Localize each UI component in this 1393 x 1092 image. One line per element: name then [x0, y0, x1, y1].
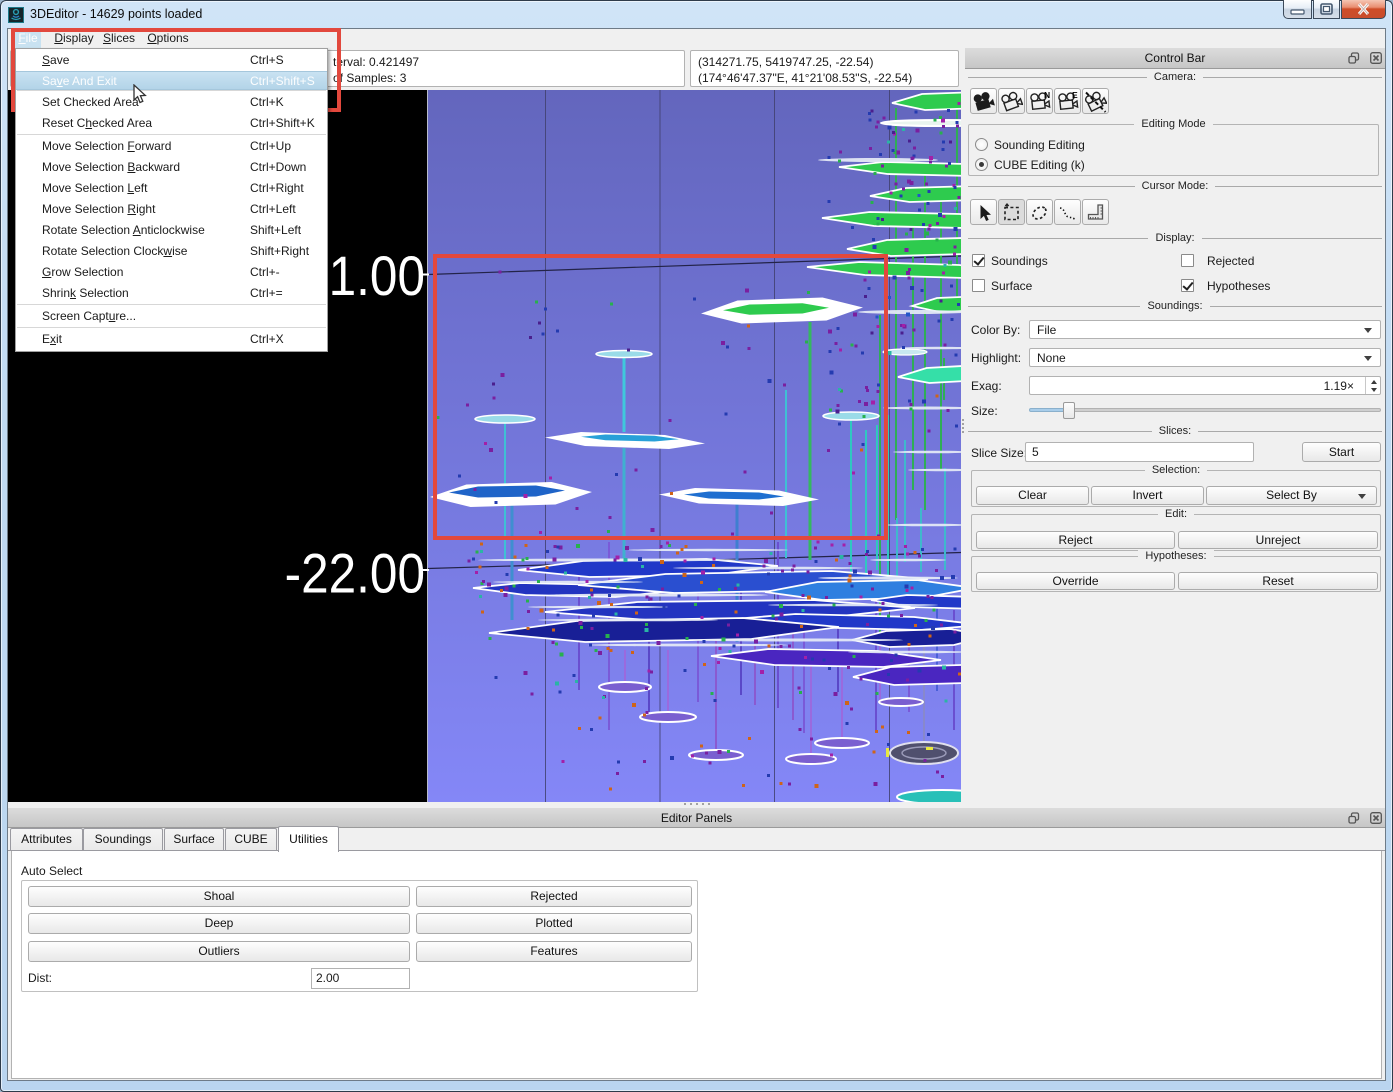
svg-text:-22.00: -22.00: [285, 543, 425, 605]
svg-text:E: E: [1072, 91, 1078, 100]
svg-text:N: N: [1044, 91, 1050, 100]
